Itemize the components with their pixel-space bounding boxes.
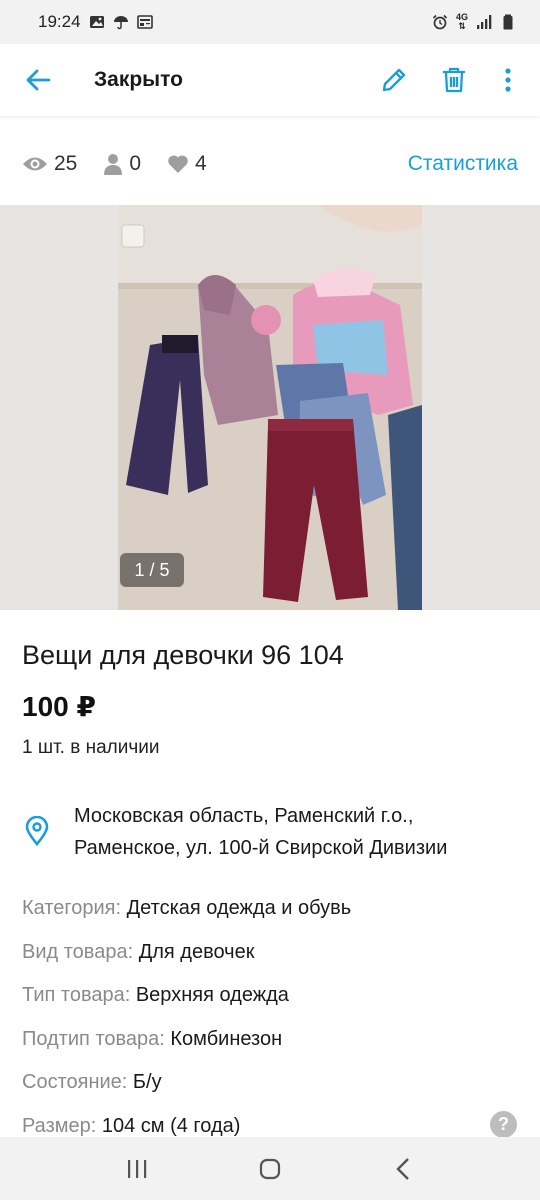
stats-row: 25 0 4 Статистика [0,136,540,192]
trash-icon [443,67,465,93]
property-value: Для девочек [138,940,255,963]
umbrella-icon [113,16,128,30]
address-line-2: Раменское, ул. 100-й Свирской Дивизии [74,837,448,859]
property-row: Подтип товара: Комбинезон [22,1023,522,1067]
favorites-stat: 4 [167,152,207,176]
location-pin-icon [25,816,49,846]
home-icon [259,1158,281,1179]
property-value: 104 см (4 года) [101,1114,241,1137]
properties-list: Категория: Детская одежда и обувь Вид то… [22,892,522,1153]
property-value: Б/у [132,1071,162,1093]
signal-icon [477,15,492,29]
eye-icon [23,157,47,171]
property-row: Вид товара: Для девочек [22,936,522,980]
page-title: Закрыто [94,68,183,91]
more-vertical-icon [505,68,511,92]
photo-counter: 1 / 5 [120,553,184,587]
photo-gallery[interactable]: 1 / 5 [0,205,540,610]
property-key: Тип товара: [22,984,131,1006]
gallery-icon [89,16,104,28]
property-value: Комбинезон [170,1027,283,1050]
recents-icon [127,1159,146,1178]
recent-apps-button[interactable] [107,1144,167,1194]
address-line-1: Московская область, Раменский г.о., [74,805,414,827]
stock-info: 1 шт. в наличии [22,737,160,758]
network-type-icon: 4G ⇅ [455,12,468,31]
property-key: Состояние: [22,1071,128,1093]
item-title: Вещи для девочки 96 104 [22,640,344,670]
pencil-icon [382,68,406,92]
system-nav-bar [0,1137,540,1200]
property-value: Детская одежда и обувь [126,897,352,919]
item-price: 100 ₽ [22,691,96,722]
clothes-photo-image [118,205,422,610]
property-row: Состояние: Б/у [22,1066,522,1110]
favorites-count: 4 [195,152,207,175]
person-icon [104,154,123,175]
delete-button[interactable] [424,44,484,116]
news-icon [136,15,153,29]
edit-button[interactable] [364,44,424,116]
property-key: Вид товара: [22,940,134,963]
property-key: Категория: [22,897,122,919]
arrow-left-icon [26,69,51,91]
battery-icon [503,14,513,30]
status-time: 19:24 [38,12,81,31]
property-value: Верхняя одежда [135,984,289,1006]
contacts-stat: 0 [103,152,141,176]
contacts-count: 0 [129,152,142,175]
item-photo[interactable] [118,205,422,610]
help-button[interactable]: ? [490,1111,517,1138]
property-row: Тип товара: Верхняя одежда [22,979,522,1023]
back-nav-button[interactable] [373,1144,433,1194]
more-button[interactable] [484,44,532,116]
status-bar: 19:24 4G ⇅ [0,0,540,44]
property-row: Категория: Детская одежда и обувь [22,892,522,936]
statistics-link[interactable]: Статистика [408,152,518,176]
chevron-left-icon [396,1157,410,1180]
home-button[interactable] [240,1144,300,1194]
app-bar: Закрыто [0,44,540,116]
back-button[interactable] [0,44,76,116]
alarm-icon [432,14,448,30]
address-block: Московская область, Раменский г.о., Раме… [0,800,540,864]
heart-icon [168,155,188,173]
views-stat: 25 [22,152,77,176]
property-key: Подтип товара: [22,1027,165,1050]
views-count: 25 [54,152,78,175]
property-key: Размер: [22,1114,97,1137]
